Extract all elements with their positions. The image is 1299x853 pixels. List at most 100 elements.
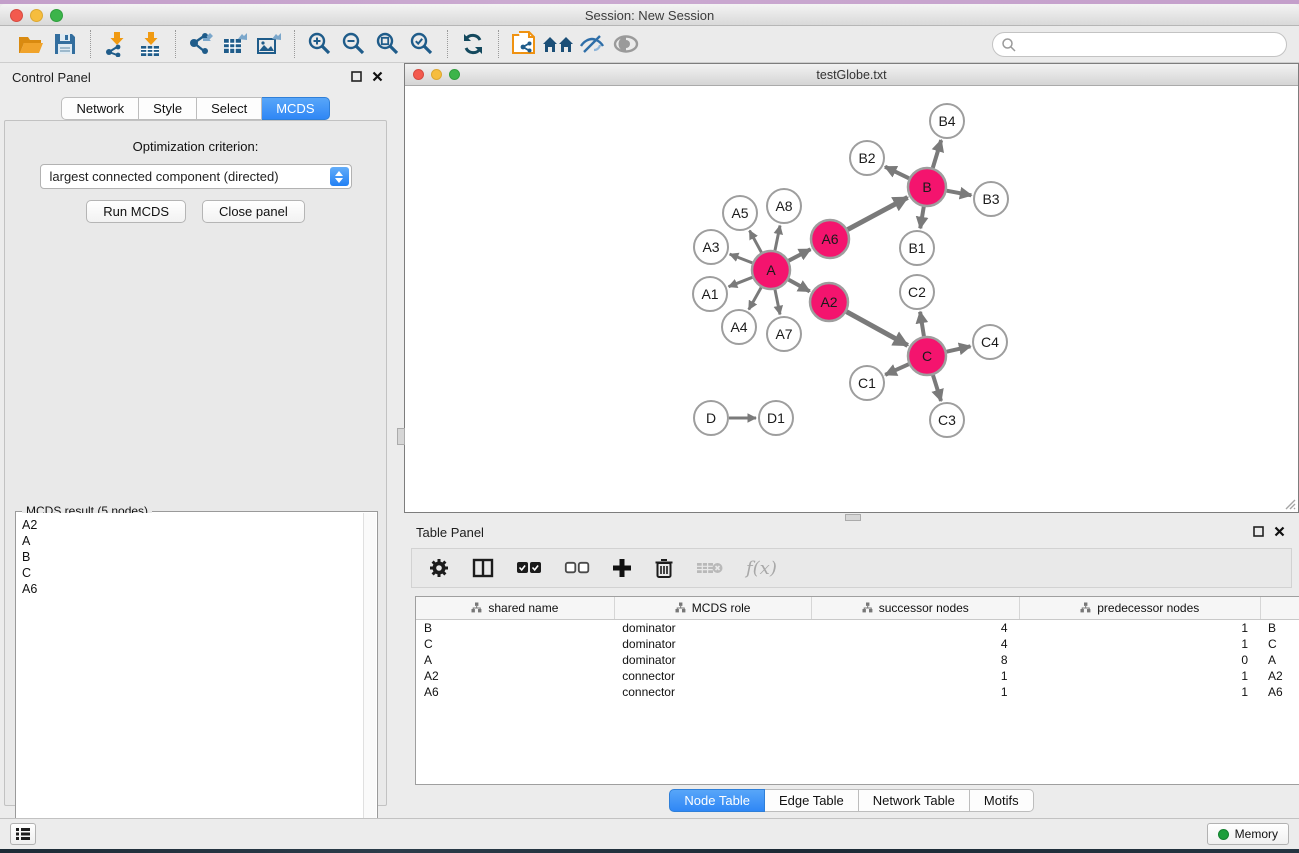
graph-node-C[interactable]: C [908,337,946,375]
result-item[interactable]: C [22,565,363,581]
graph-node-A7[interactable]: A7 [767,317,801,351]
table-row[interactable]: A6connector11A6 [416,684,1299,700]
graph-node-B1[interactable]: B1 [900,231,934,265]
graph-edge-A-A4[interactable] [749,287,761,309]
import-table-button[interactable] [133,29,167,59]
graph-node-A1[interactable]: A1 [693,277,727,311]
network-graph[interactable]: A5A8A3AA1A4A7A6A2B2B4BB3B1C2CC4C1C3DD1 [405,86,1298,512]
zoom-selected-button[interactable] [405,29,439,59]
export-image-button[interactable] [252,29,286,59]
result-item[interactable]: B [22,549,363,565]
save-session-button[interactable] [48,29,82,59]
resize-grip-icon[interactable] [1282,496,1296,510]
table-cell[interactable]: 0 [1020,652,1261,668]
graph-node-C1[interactable]: C1 [850,366,884,400]
table-cell[interactable]: A2 [1260,668,1299,684]
table-cell[interactable]: connector [614,668,811,684]
table-cell[interactable]: connector [614,684,811,700]
tab-style[interactable]: Style [139,97,197,120]
graph-node-A4[interactable]: A4 [722,310,756,344]
deselect-all-checkboxes-button[interactable] [564,561,590,575]
zoom-fit-button[interactable] [371,29,405,59]
graph-node-B4[interactable]: B4 [930,104,964,138]
table-cell[interactable]: B [1260,619,1299,636]
table-cell[interactable]: dominator [614,619,811,636]
first-neighbors-button[interactable] [541,29,575,59]
delete-column-button[interactable] [654,557,674,579]
graph-edge-C-C4[interactable] [947,346,971,351]
graph-node-B3[interactable]: B3 [974,182,1008,216]
table-cell[interactable]: 1 [811,668,1019,684]
result-list-scrollbar[interactable] [363,513,376,849]
table-cell[interactable]: A6 [1260,684,1299,700]
new-network-from-selection-button[interactable] [507,29,541,59]
graph-node-D1[interactable]: D1 [759,401,793,435]
table-cell[interactable]: C [416,636,614,652]
zoom-in-button[interactable] [303,29,337,59]
graph-node-C3[interactable]: C3 [930,403,964,437]
mcds-result-list[interactable]: A2ABCA6 [17,513,363,849]
graph-edge-A-A6[interactable] [789,249,811,260]
run-mcds-button[interactable]: Run MCDS [86,200,186,223]
tab-node-table[interactable]: Node Table [669,789,765,812]
close-panel-icon[interactable] [1274,526,1285,537]
graph-edge-C-C3[interactable] [933,375,941,401]
create-column-button[interactable] [612,558,632,578]
column-header-shared-name[interactable]: shared name [416,597,614,619]
graph-node-A3[interactable]: A3 [694,230,728,264]
optimization-criterion-select[interactable]: largest connected component (directed) [40,164,352,189]
task-history-button[interactable] [10,823,36,845]
table-row[interactable]: Adominator80A [416,652,1299,668]
graph-edge-B-B1[interactable] [920,207,924,229]
table-cell[interactable]: dominator [614,636,811,652]
table-cell[interactable]: dominator [614,652,811,668]
graph-edge-A-A3[interactable] [730,254,753,263]
select-all-checkboxes-button[interactable] [516,561,542,575]
graph-node-B[interactable]: B [908,168,946,206]
delete-table-button[interactable] [696,560,724,576]
export-network-button[interactable] [184,29,218,59]
table-cell[interactable]: 4 [811,636,1019,652]
result-item[interactable]: A6 [22,581,363,597]
table-cell[interactable]: A6 [416,684,614,700]
graph-edge-A6-B[interactable] [848,197,908,229]
table-cell[interactable]: 1 [1020,684,1261,700]
tab-motifs[interactable]: Motifs [970,789,1034,812]
graph-edge-B-B2[interactable] [885,167,909,179]
column-header-name[interactable]: name [1260,597,1299,619]
close-panel-icon[interactable] [372,71,383,82]
zoom-out-button[interactable] [337,29,371,59]
float-panel-icon[interactable] [351,71,362,82]
tab-mcds[interactable]: MCDS [262,97,329,120]
graph-node-B2[interactable]: B2 [850,141,884,175]
result-item[interactable]: A [22,533,363,549]
table-cell[interactable]: B [416,619,614,636]
table-row[interactable]: Cdominator41C [416,636,1299,652]
refresh-network-button[interactable] [456,29,490,59]
graph-node-A[interactable]: A [752,251,790,289]
graph-node-A2[interactable]: A2 [810,283,848,321]
float-panel-icon[interactable] [1253,526,1264,537]
tab-edge-table[interactable]: Edge Table [765,789,859,812]
open-session-button[interactable] [14,29,48,59]
table-cell[interactable]: A [416,652,614,668]
column-header-successor-nodes[interactable]: successor nodes [811,597,1019,619]
table-cell[interactable]: 1 [1020,668,1261,684]
column-header-MCDS-role[interactable]: MCDS role [614,597,811,619]
graph-node-A5[interactable]: A5 [723,196,757,230]
search-input[interactable] [1017,37,1267,52]
graph-edge-A-A7[interactable] [775,290,780,315]
import-network-button[interactable] [99,29,133,59]
graph-edge-C-C1[interactable] [885,364,909,375]
export-table-button[interactable] [218,29,252,59]
tab-network-table[interactable]: Network Table [859,789,970,812]
memory-button[interactable]: Memory [1207,823,1289,845]
graph-edge-A-A1[interactable] [729,277,753,286]
graph-node-C4[interactable]: C4 [973,325,1007,359]
result-item[interactable]: A2 [22,517,363,533]
table-cell[interactable]: C [1260,636,1299,652]
table-cell[interactable]: 1 [811,684,1019,700]
table-row[interactable]: Bdominator41B [416,619,1299,636]
graph-edge-A2-C[interactable] [847,312,908,346]
column-header-predecessor-nodes[interactable]: predecessor nodes [1020,597,1261,619]
